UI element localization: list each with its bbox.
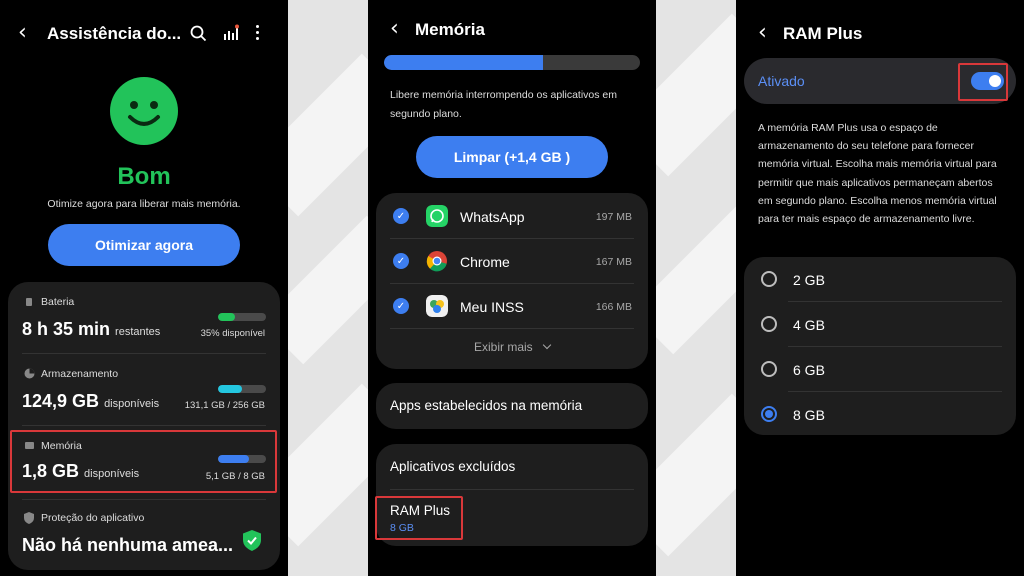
- page-title: RAM Plus: [783, 24, 863, 43]
- option-label: 6 GB: [793, 362, 825, 378]
- highlight-box: [958, 63, 1008, 101]
- divider: [390, 328, 634, 329]
- battery-bar: [218, 313, 266, 321]
- device-status-card: Bateria 8 h 35 min restantes 35% disponí…: [8, 282, 280, 570]
- option-label: 4 GB: [793, 317, 825, 333]
- option-6gb[interactable]: 6 GB: [744, 347, 1016, 391]
- whatsapp-icon: [426, 205, 448, 227]
- back-arrow-icon[interactable]: ‹: [758, 20, 767, 45]
- highlight-box: [10, 430, 277, 493]
- ram-plus-screen: ‹ RAM Plus Ativado A memória RAM Plus us…: [736, 0, 1024, 576]
- memory-description: Libere memória interrompendo os aplicati…: [390, 89, 618, 120]
- storage-value: 124,9 GB disponíveis: [22, 391, 160, 411]
- checkbox-checked-icon[interactable]: ✓: [393, 298, 409, 314]
- storage-bar-fill: [218, 385, 243, 393]
- checkbox-checked-icon[interactable]: ✓: [393, 253, 409, 269]
- option-4gb[interactable]: 4 GB: [744, 302, 1016, 346]
- size-options-card: 2 GB 4 GB 6 GB 8 GB: [744, 257, 1016, 435]
- option-label: 8 GB: [793, 407, 825, 423]
- radio-button[interactable]: [761, 361, 777, 377]
- protection-value: Não há nenhuma amea...: [22, 535, 234, 555]
- back-arrow-icon[interactable]: ‹: [18, 20, 27, 45]
- battery-detail: 35% disponível: [200, 328, 265, 339]
- battery-bar-fill: [218, 313, 235, 321]
- smiley-face-icon: [110, 77, 178, 145]
- meu-inss-icon: [426, 295, 448, 317]
- protection-section[interactable]: Proteção do aplicativo Não há nenhuma am…: [8, 500, 280, 568]
- status-subtitle: Otimize agora para liberar mais memória.: [47, 198, 241, 210]
- app-name: WhatsApp: [460, 209, 525, 225]
- option-2gb[interactable]: 2 GB: [744, 257, 1016, 301]
- divider: [390, 238, 634, 239]
- storage-detail: 131,1 GB / 256 GB: [184, 400, 265, 411]
- option-label: 2 GB: [793, 272, 825, 288]
- show-more-label: Exibir mais: [473, 340, 533, 354]
- running-apps-card: ✓ WhatsApp 197 MB ✓ Chrome 167 MB ✓ Meu …: [376, 193, 648, 369]
- radio-button-selected[interactable]: [761, 406, 777, 422]
- radio-button[interactable]: [761, 316, 777, 332]
- app-name: Chrome: [460, 254, 510, 270]
- apps-in-memory-label: Apps estabelecidos na memória: [390, 398, 583, 413]
- app-name: Meu INSS: [460, 299, 524, 315]
- option-8gb[interactable]: 8 GB: [744, 392, 1016, 436]
- excluded-apps-item[interactable]: Aplicativos excluídos: [376, 444, 648, 490]
- apps-in-memory-item[interactable]: Apps estabelecidos na memória: [376, 383, 648, 429]
- divider: [390, 283, 634, 284]
- protection-label: Proteção do aplicativo: [41, 512, 145, 524]
- checkbox-checked-icon[interactable]: ✓: [393, 208, 409, 224]
- page-title: Memória: [415, 20, 485, 39]
- shield-icon: [24, 512, 34, 524]
- chrome-icon: [426, 251, 447, 272]
- battery-section[interactable]: Bateria 8 h 35 min restantes 35% disponí…: [8, 282, 280, 350]
- storage-pie-icon: [24, 368, 35, 379]
- storage-section[interactable]: Armazenamento 124,9 GB disponíveis 131,1…: [8, 354, 280, 422]
- storage-label: Armazenamento: [41, 368, 119, 380]
- shield-check-icon: [243, 530, 261, 551]
- device-care-screen: ‹ Assistência do... Bom Otimize agora pa…: [0, 0, 288, 576]
- divider: [390, 489, 634, 490]
- radio-button[interactable]: [761, 271, 777, 287]
- app-size: 167 MB: [595, 256, 632, 268]
- show-more-link[interactable]: Exibir mais: [376, 340, 648, 354]
- back-arrow-icon[interactable]: ‹: [390, 16, 399, 41]
- app-size: 197 MB: [595, 211, 632, 223]
- storage-bar: [218, 385, 266, 393]
- more-options-icon[interactable]: [254, 24, 260, 42]
- memory-usage-bar: [384, 55, 640, 70]
- battery-icon: [26, 298, 32, 306]
- chevron-down-icon: [542, 340, 552, 350]
- status-text: Bom: [117, 163, 171, 190]
- memory-usage-bar-fill: [384, 55, 543, 70]
- clean-button[interactable]: Limpar (+1,4 GB ): [416, 136, 608, 178]
- memory-screen: ‹ Memória Libere memória interrompendo o…: [368, 0, 656, 576]
- ram-plus-description: A memória RAM Plus usa o espaço de armaz…: [758, 122, 997, 226]
- signal-chart-icon[interactable]: [222, 24, 240, 42]
- search-icon[interactable]: [190, 25, 207, 42]
- toggle-label: Ativado: [758, 73, 805, 89]
- excluded-apps-label: Aplicativos excluídos: [390, 459, 516, 474]
- highlight-box: [375, 496, 463, 540]
- app-size: 166 MB: [595, 301, 632, 313]
- page-title: Assistência do...: [47, 24, 182, 43]
- battery-value: 8 h 35 min restantes: [22, 319, 161, 339]
- battery-label: Bateria: [41, 296, 75, 308]
- optimize-now-button[interactable]: Otimizar agora: [48, 224, 240, 266]
